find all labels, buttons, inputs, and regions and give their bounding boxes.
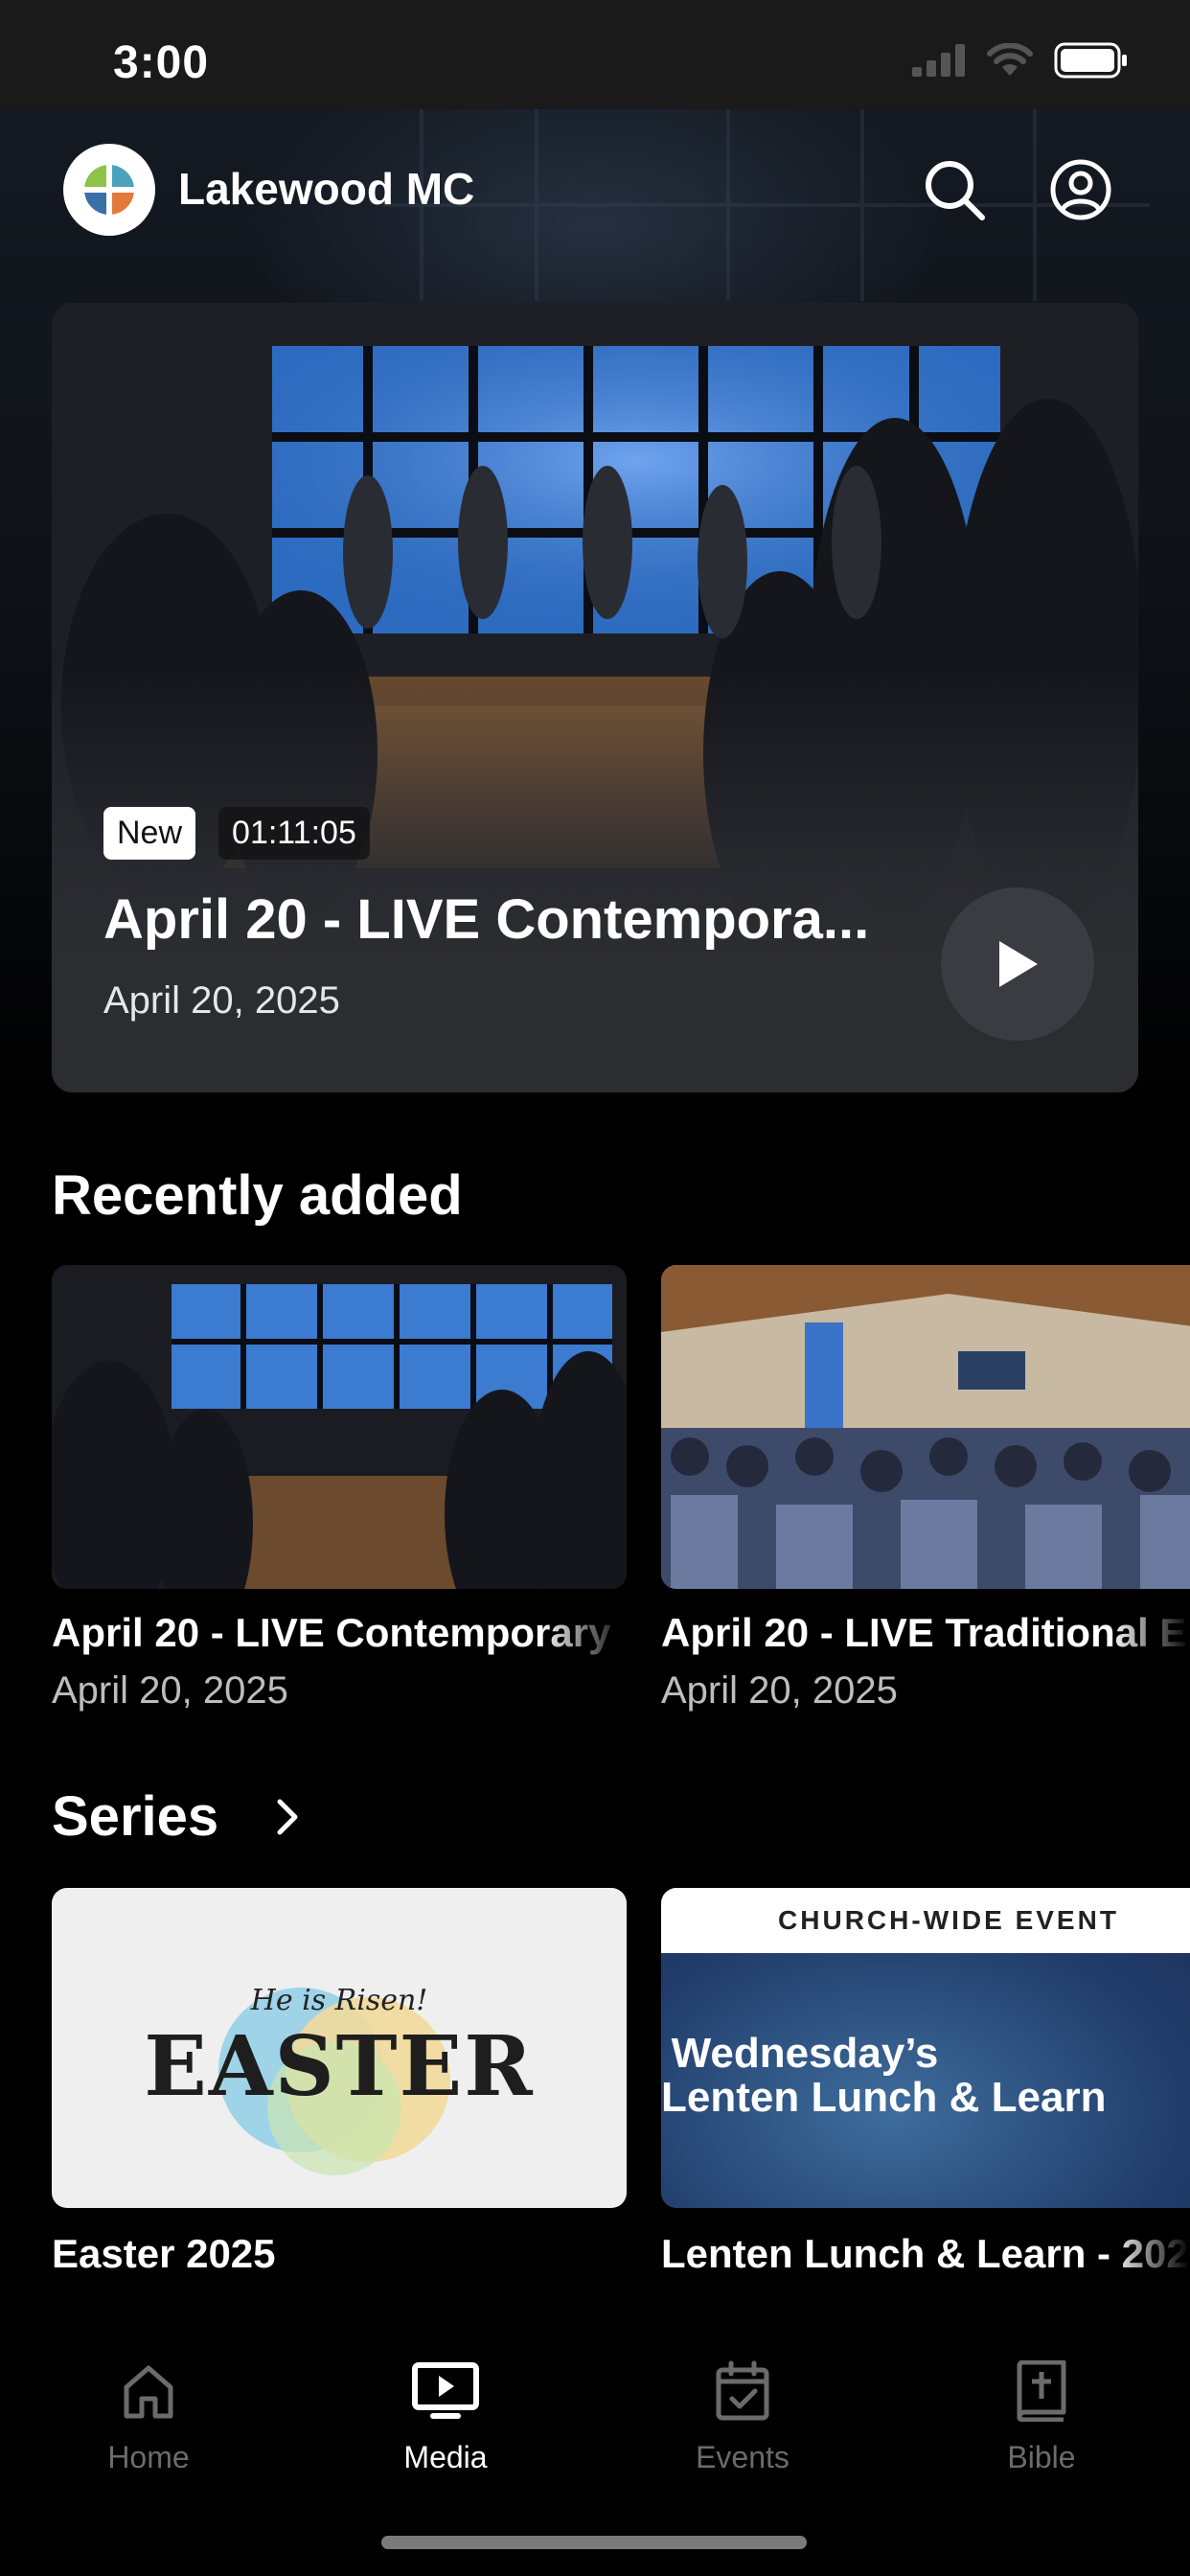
featured-video-card[interactable]: New 01:11:05 April 20 - LIVE Contempora.… <box>52 303 1138 1092</box>
tab-bible[interactable]: Bible <box>946 2358 1137 2475</box>
tab-media[interactable]: Media <box>350 2358 541 2475</box>
event-banner: CHURCH-WIDE EVENT <box>661 1888 1190 1953</box>
chevron-right-icon[interactable] <box>270 1796 305 1838</box>
search-button[interactable] <box>918 153 991 226</box>
tab-events[interactable]: Events <box>647 2358 838 2475</box>
tab-bible-label: Bible <box>1007 2440 1076 2474</box>
recent-item-thumbnail[interactable] <box>52 1265 627 1589</box>
contemporary-service-thumbnail <box>52 1265 627 1589</box>
recent-item-thumbnail[interactable] <box>661 1265 1190 1589</box>
traditional-service-thumbnail <box>661 1265 1190 1589</box>
recent-item-date: April 20, 2025 <box>52 1669 288 1712</box>
media-icon <box>412 2362 479 2419</box>
cellular-signal-icon <box>912 44 965 77</box>
featured-video-date: April 20, 2025 <box>103 979 340 1022</box>
series-item-title: Easter 2025 <box>52 2231 276 2276</box>
duration-badge: 01:11:05 <box>218 807 370 860</box>
event-banner-text: CHURCH-WIDE EVENT <box>778 1905 1119 1935</box>
calendar-icon <box>716 2360 769 2421</box>
series-item-artwork[interactable]: CHURCH-WIDE EVENT Wednesday’s Lenten Lun… <box>661 1888 1190 2208</box>
play-icon <box>999 941 1038 987</box>
easter-script-text: He is Risen! <box>250 1984 428 2017</box>
series-item-artwork[interactable]: He is Risen! EASTER <box>52 1888 627 2208</box>
search-icon <box>926 161 985 220</box>
tab-home-label: Home <box>107 2440 190 2474</box>
church-logo <box>63 144 155 236</box>
app-header: Lakewood MC <box>0 109 1190 272</box>
wifi-icon <box>987 43 1033 76</box>
hero-badges: New 01:11:05 <box>103 807 370 860</box>
home-indicator[interactable] <box>381 2536 807 2549</box>
status-bar: 3:00 <box>0 0 1190 109</box>
home-icon <box>124 2365 173 2419</box>
recent-item-title: April 20 - LIVE Traditional E <box>661 1610 1187 1655</box>
series-heading[interactable]: Series <box>52 1784 218 1849</box>
easter-word-text: EASTER <box>144 2018 535 2115</box>
battery-icon <box>1054 42 1127 79</box>
play-button[interactable] <box>941 887 1094 1041</box>
lenten-line2: Lenten Lunch & Learn <box>661 2074 1107 2121</box>
new-badge: New <box>103 807 196 860</box>
recent-item-title: April 20 - LIVE Contemporary <box>52 1610 611 1655</box>
tab-media-label: Media <box>403 2440 488 2474</box>
user-profile-icon <box>1050 159 1111 220</box>
logo-icon <box>82 163 136 217</box>
recent-item-date: April 20, 2025 <box>661 1669 898 1712</box>
featured-video-title: April 20 - LIVE Contempora... <box>103 888 870 951</box>
tab-events-label: Events <box>696 2440 790 2474</box>
status-icons <box>912 42 1129 79</box>
tab-home[interactable]: Home <box>53 2358 244 2475</box>
bible-icon <box>1017 2360 1066 2422</box>
app-title: Lakewood MC <box>178 164 475 214</box>
series-item-title: Lenten Lunch & Learn - 202 <box>661 2231 1189 2276</box>
lenten-line1: Wednesday’s <box>671 2030 939 2077</box>
recently-added-heading: Recently added <box>52 1164 463 1227</box>
status-time: 3:00 <box>113 37 210 88</box>
profile-button[interactable] <box>1044 153 1117 226</box>
